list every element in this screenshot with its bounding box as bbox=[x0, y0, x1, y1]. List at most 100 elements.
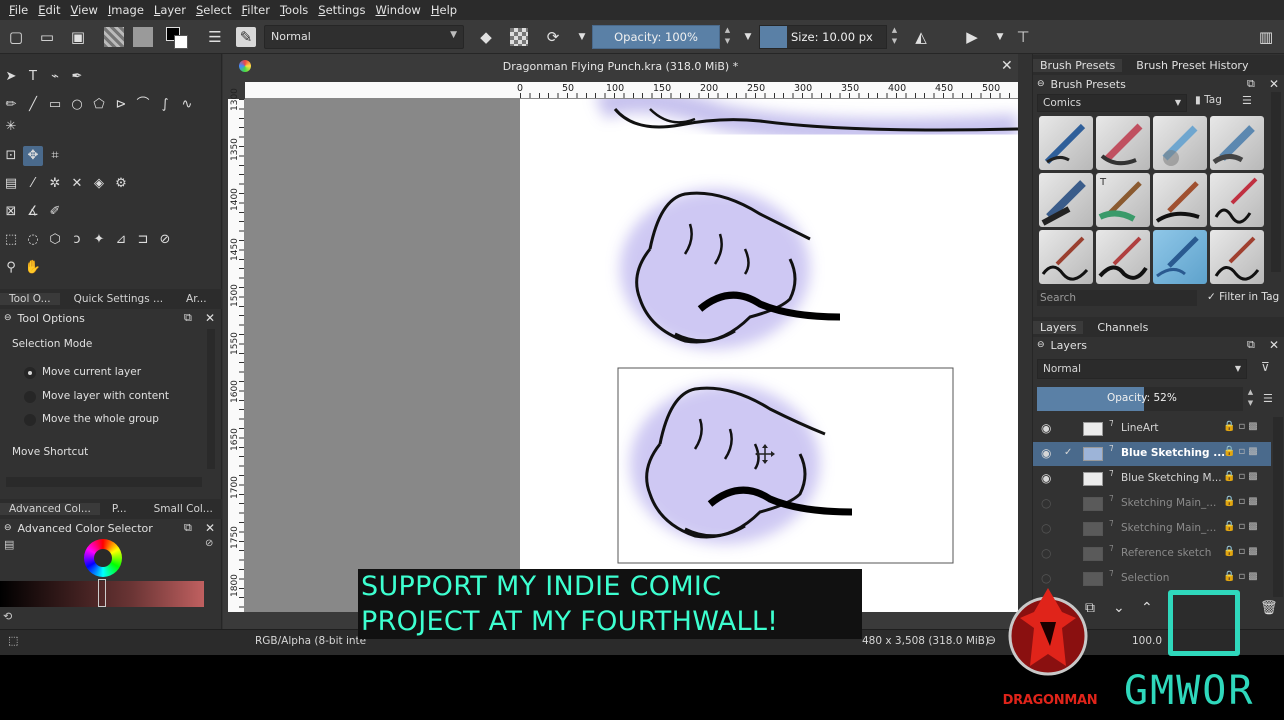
tab-tool-options[interactable]: Tool O... bbox=[0, 293, 60, 305]
chevron-down-icon[interactable]: ▼ bbox=[738, 27, 758, 47]
delete-layer-icon[interactable]: 🗑 bbox=[1260, 600, 1278, 616]
reload-preset-icon[interactable]: ⟳ bbox=[543, 27, 563, 47]
drawing-canvas[interactable] bbox=[520, 99, 1018, 612]
radio-move-current-layer[interactable] bbox=[24, 367, 36, 379]
similar-select-icon[interactable]: ⊿ bbox=[111, 230, 131, 250]
size-spin[interactable]: ▲ ▼ bbox=[890, 25, 899, 49]
menu-select[interactable]: Select bbox=[191, 3, 237, 17]
menu-edit[interactable]: Edit bbox=[33, 3, 65, 17]
brush-preset-brush-black[interactable] bbox=[1153, 173, 1207, 227]
text-tool-icon[interactable]: T bbox=[23, 67, 43, 87]
tag-select[interactable]: Comics ▼ bbox=[1037, 94, 1187, 112]
tab-artistic[interactable]: Ar... bbox=[172, 293, 216, 305]
collapse-icon[interactable]: ⊖ bbox=[1037, 79, 1045, 89]
move-layer-down-icon[interactable]: ⌄ bbox=[1113, 600, 1125, 616]
freehand-brush-icon[interactable]: ✏ bbox=[1, 95, 21, 115]
float-docker-icon[interactable]: ⧉ bbox=[184, 521, 192, 535]
layer-controls[interactable]: 🔒▫▩ bbox=[1223, 521, 1261, 532]
polyline-tool-icon[interactable]: ⊳ bbox=[111, 95, 131, 115]
new-document-icon[interactable]: ▢ bbox=[6, 27, 26, 47]
refresh-icon[interactable]: ⟲ bbox=[3, 610, 12, 623]
eye-hidden-icon[interactable]: ○ bbox=[1041, 571, 1051, 585]
layer-controls[interactable]: 🔒▫▩ bbox=[1223, 546, 1261, 557]
eye-icon[interactable]: ◉ bbox=[1041, 446, 1051, 460]
presets-scrollbar[interactable] bbox=[1271, 92, 1281, 272]
freehand-select-icon[interactable]: ↄ bbox=[67, 230, 87, 250]
fill-tool-icon[interactable]: ◈ bbox=[89, 174, 109, 194]
tab-advanced-color[interactable]: Advanced Col... bbox=[0, 503, 100, 515]
brush-preset-sketch-blue[interactable] bbox=[1153, 230, 1207, 284]
layer-blend-select[interactable]: Normal ▼ bbox=[1037, 359, 1247, 379]
ellipse-tool-icon[interactable]: ○ bbox=[67, 95, 87, 115]
brush-settings-icon[interactable]: ☰ bbox=[205, 27, 225, 47]
smart-patch-icon[interactable]: ✲ bbox=[45, 174, 65, 194]
eye-icon[interactable]: ◉ bbox=[1041, 471, 1051, 485]
collapse-icon[interactable]: ⊖ bbox=[1037, 340, 1045, 350]
bezier-tool-icon[interactable]: ⌒ bbox=[133, 95, 153, 115]
zoom-tool-icon[interactable]: ⚲ bbox=[1, 258, 21, 278]
open-folder-icon[interactable]: ▭ bbox=[37, 27, 57, 47]
float-docker-icon[interactable]: ⧉ bbox=[1247, 77, 1255, 91]
layer-row[interactable]: ○ ⁊ Reference sketch 🔒▫▩ bbox=[1033, 542, 1271, 566]
alpha-lock-icon[interactable] bbox=[510, 28, 528, 46]
brush-preset-pen-curly[interactable] bbox=[1210, 173, 1264, 227]
layer-controls[interactable]: 🔒▫▩ bbox=[1223, 496, 1261, 507]
magnetic-select-icon[interactable]: ⊘ bbox=[155, 230, 175, 250]
select-shapes-icon[interactable]: ➤ bbox=[1, 67, 21, 87]
line-tool-icon[interactable]: ╱ bbox=[23, 95, 43, 115]
rectangle-tool-icon[interactable]: ▭ bbox=[45, 95, 65, 115]
tab-small-color[interactable]: Small Col... bbox=[136, 503, 222, 515]
close-icon[interactable]: ✕ bbox=[1269, 77, 1279, 91]
layers-scrollbar[interactable] bbox=[1273, 417, 1283, 597]
eraser-icon[interactable]: ◆ bbox=[476, 27, 496, 47]
brush-preset-airbrush[interactable] bbox=[1153, 116, 1207, 170]
zoom-slider-icon[interactable]: ⊖ bbox=[986, 633, 996, 647]
opacity-spin[interactable]: ▲ ▼ bbox=[723, 25, 732, 49]
contiguous-select-icon[interactable]: ✦ bbox=[89, 230, 109, 250]
close-icon[interactable]: ✕ bbox=[205, 311, 215, 325]
menu-file[interactable]: File bbox=[4, 3, 33, 17]
menu-tools[interactable]: Tools bbox=[275, 3, 313, 17]
layer-opacity-slider[interactable]: Opacity: 52% bbox=[1037, 387, 1243, 411]
color-wheel[interactable] bbox=[84, 539, 122, 577]
gradient-swatch[interactable] bbox=[104, 27, 124, 47]
layer-controls[interactable]: 🔒▫▩ bbox=[1223, 446, 1261, 457]
size-slider[interactable]: Size: 10.00 px bbox=[759, 25, 887, 49]
transform-tool-icon[interactable]: ⊡ bbox=[1, 146, 21, 166]
layer-opacity-spin[interactable]: ▲ ▼ bbox=[1246, 387, 1255, 411]
selection-icon[interactable]: ⬚ bbox=[8, 634, 18, 647]
layer-row[interactable]: ○ ⁊ Sketching Main_... 🔒▫▩ bbox=[1033, 492, 1271, 516]
menu-filter[interactable]: Filter bbox=[236, 3, 274, 17]
radio-move-whole-group[interactable] bbox=[24, 414, 36, 426]
brush-preset-texture-green[interactable]: T bbox=[1096, 173, 1150, 227]
brush-search-input[interactable]: Search bbox=[1037, 290, 1197, 306]
workspace-icon[interactable]: ▥ bbox=[1256, 27, 1276, 47]
eye-hidden-icon[interactable]: ○ bbox=[1041, 496, 1051, 510]
rect-select-icon[interactable]: ⬚ bbox=[1, 230, 21, 250]
menu-window[interactable]: Window bbox=[370, 3, 425, 17]
color-clear-icon[interactable]: ⊘ bbox=[205, 538, 217, 550]
menu-icon[interactable]: ☰ bbox=[1263, 392, 1273, 405]
float-docker-icon[interactable]: ⧉ bbox=[1247, 338, 1255, 352]
brush-preset-icon[interactable]: ✎ bbox=[236, 27, 256, 47]
layer-row[interactable]: ◉ ⁊ LineArt 🔒▫▩ bbox=[1033, 417, 1271, 441]
chevron-down-icon[interactable]: ▼ bbox=[990, 27, 1010, 47]
move-tool-icon[interactable]: ✥ bbox=[23, 146, 43, 166]
mirror-horizontal-icon[interactable]: ◭ bbox=[911, 27, 931, 47]
brush-preset-blender[interactable] bbox=[1210, 116, 1264, 170]
menu-view[interactable]: View bbox=[66, 3, 103, 17]
zoom-status[interactable]: 100.0 bbox=[1132, 635, 1162, 647]
options-hscrollbar[interactable] bbox=[6, 477, 202, 487]
tab-brush-presets[interactable]: Brush Presets bbox=[1033, 58, 1123, 72]
menu-image[interactable]: Image bbox=[103, 3, 149, 17]
move-layer-up-icon[interactable]: ⌃ bbox=[1141, 600, 1153, 616]
fg-bg-color-icon[interactable] bbox=[166, 27, 190, 49]
tab-brush-preset-history[interactable]: Brush Preset History bbox=[1122, 59, 1255, 72]
tab-layers[interactable]: Layers bbox=[1033, 320, 1084, 334]
radio-move-layer-with-content[interactable] bbox=[24, 391, 36, 403]
edit-shapes-icon[interactable]: ⌁ bbox=[45, 67, 65, 87]
filter-in-tag-checkbox[interactable]: ✓ Filter in Tag bbox=[1207, 291, 1279, 303]
layer-controls[interactable]: 🔒▫▩ bbox=[1223, 471, 1261, 482]
close-icon[interactable]: ✕ bbox=[1001, 58, 1013, 74]
layer-row[interactable]: ◉ ⁊ Blue Sketching M... 🔒▫▩ bbox=[1033, 467, 1271, 491]
